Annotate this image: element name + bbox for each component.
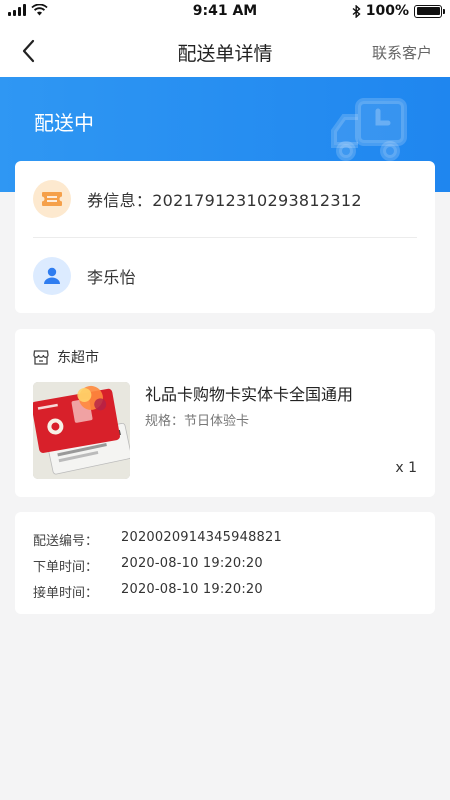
order-row-order-time: 下单时间： 2020-08-10 19:20:20 — [33, 556, 263, 575]
customer-row: 李乐怡 — [33, 238, 417, 314]
product-spec: 规格：节日体验卡 — [145, 410, 249, 429]
order-row-value: 202002091434594882­1 — [121, 530, 282, 545]
info-card: 券信息：2021791231029381231­2 李乐怡 — [15, 161, 435, 313]
order-info-card: 配送编号： 202002091434594882­1 下单时间： 2020-08… — [15, 512, 435, 614]
order-row-label: 接单时间： — [33, 586, 99, 601]
back-button[interactable] — [14, 36, 44, 66]
product-quantity: x 1 — [395, 460, 417, 476]
battery-fill — [416, 7, 440, 15]
user-icon — [44, 267, 60, 284]
product-name[interactable]: 礼品卡购物卡实体卡全国通用 — [145, 381, 353, 405]
battery-percent: 100% — [365, 3, 409, 19]
ticket-icon — [42, 192, 62, 206]
truck-icon — [331, 98, 407, 161]
delivery-status: 配送中 — [34, 111, 94, 135]
status-bar: 9:41 AM 100% — [0, 0, 450, 24]
store-icon — [33, 349, 49, 365]
coupon-row: 券信息：2021791231029381231­2 — [33, 161, 417, 237]
avatar — [33, 257, 71, 295]
status-right: 100% — [352, 3, 445, 19]
coupon-value: 2021791231029381231­2 — [152, 191, 362, 210]
order-row-value: 2020-08-10 19:20:20 — [121, 556, 263, 571]
customer-name: 李乐怡 — [87, 268, 136, 287]
contact-customer-button[interactable]: 联系客户 — [372, 42, 432, 63]
order-row-value: 2020-08-10 19:20:20 — [121, 582, 263, 597]
spec-value: 节日体验卡 — [184, 414, 250, 429]
order-row-label: 配送编号： — [33, 534, 99, 549]
bluetooth-icon — [352, 4, 361, 18]
order-row-label: 下单时间： — [33, 560, 99, 575]
shop-name: 东超市 — [57, 350, 99, 366]
order-row-accept-time: 接单时间： 2020-08-10 19:20:20 — [33, 582, 263, 601]
nav-bar: 配送单详情 联系客户 — [0, 24, 450, 77]
order-row-delivery-number: 配送编号： 202002091434594882­1 — [33, 530, 282, 549]
goods-card: 东超市 礼品卡购物卡实体卡全国通用 规格：节日体验卡 x 1 — [15, 329, 435, 497]
gift-card-image — [33, 382, 130, 479]
product-image[interactable] — [33, 382, 130, 479]
chevron-left-icon — [22, 39, 35, 63]
coupon-info: 券信息：2021791231029381231­2 — [87, 187, 362, 211]
battery-icon — [414, 4, 445, 18]
spec-label: 规格： — [145, 414, 185, 429]
coupon-icon-wrap — [33, 180, 71, 218]
coupon-label: 券信息： — [87, 191, 153, 210]
shop-row: 东超市 — [33, 347, 99, 367]
